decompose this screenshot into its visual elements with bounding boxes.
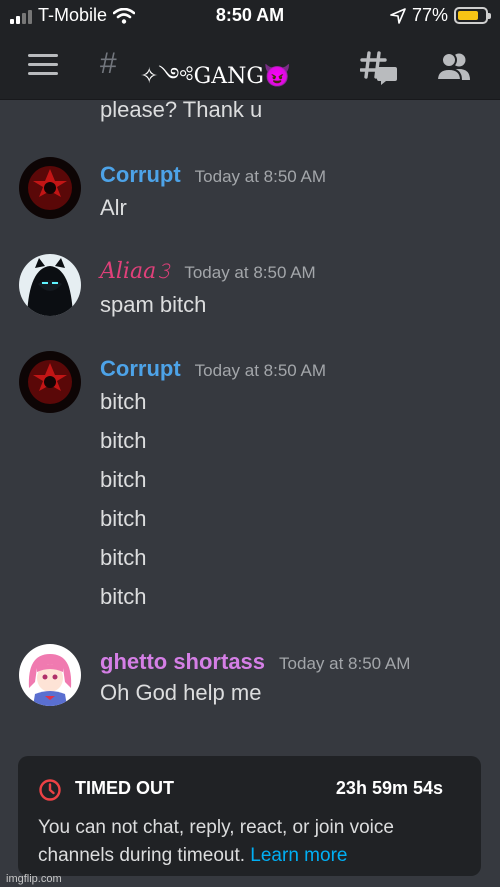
message-text: bitch: [100, 428, 147, 453]
status-bar: T-Mobile 8:50 AM 77%: [0, 0, 500, 32]
message-header: 𝐴𝑙𝑖𝑎𝑎𝟹 Today at 8:50 AM: [100, 259, 316, 284]
channel-hash-icon: #: [100, 47, 117, 80]
timestamp: Today at 8:50 AM: [279, 654, 411, 673]
watermark: imgflip.com: [6, 873, 62, 885]
username[interactable]: ghetto shortass: [100, 649, 265, 675]
location-arrow-icon: [390, 7, 406, 24]
message-list[interactable]: please? Thank u Corrupt Today at 8:50 AM…: [0, 100, 500, 750]
status-right: 77%: [390, 5, 491, 26]
timeout-title: TIMED OUT: [75, 778, 174, 798]
battery-fill: [458, 11, 479, 20]
timeout-description: You can not chat, reply, react, or join …: [38, 814, 458, 870]
battery-icon: [454, 7, 491, 24]
message-text: bitch: [100, 467, 147, 492]
timestamp: Today at 8:50 AM: [184, 263, 316, 282]
message-header: ghetto shortass Today at 8:50 AM: [100, 649, 410, 675]
timestamp: Today at 8:50 AM: [194, 361, 327, 380]
channel-header: # ✧༺GANG😈: [0, 32, 500, 100]
timeout-remaining: 23h 59m 54s: [335, 778, 443, 798]
message-text-partial: please? Thank u: [100, 100, 263, 122]
message-text: Alr: [100, 195, 127, 220]
username[interactable]: Corrupt: [100, 162, 181, 188]
clock-icon: [39, 779, 61, 801]
message-header: Corrupt Today at 8:50 AM: [100, 356, 326, 382]
members-icon[interactable]: [436, 50, 472, 84]
message-header: Corrupt Today at 8:50 AM: [100, 162, 326, 188]
username[interactable]: 𝐴𝑙𝑖𝑎𝑎𝟹: [100, 259, 170, 284]
avatar-ghetto-shortass[interactable]: [19, 644, 81, 706]
learn-more-link[interactable]: Learn more: [250, 845, 347, 866]
threads-icon[interactable]: [360, 50, 398, 86]
message-text: bitch: [100, 389, 147, 414]
message-text: Oh God help me: [100, 680, 262, 705]
avatar-corrupt[interactable]: [19, 157, 81, 219]
avatar-aliaa[interactable]: [19, 254, 81, 316]
avatar-corrupt[interactable]: [19, 351, 81, 413]
timeout-banner: TIMED OUT 23h 59m 54s You can not chat, …: [18, 756, 481, 876]
battery-percent: 77%: [411, 5, 448, 25]
username[interactable]: Corrupt: [100, 356, 181, 382]
message-text: bitch: [100, 506, 147, 531]
message-text: bitch: [100, 545, 147, 570]
message-text: spam bitch: [100, 292, 207, 317]
message-text: bitch: [100, 584, 147, 609]
timestamp: Today at 8:50 AM: [194, 167, 327, 186]
hamburger-menu-icon[interactable]: [28, 54, 58, 78]
